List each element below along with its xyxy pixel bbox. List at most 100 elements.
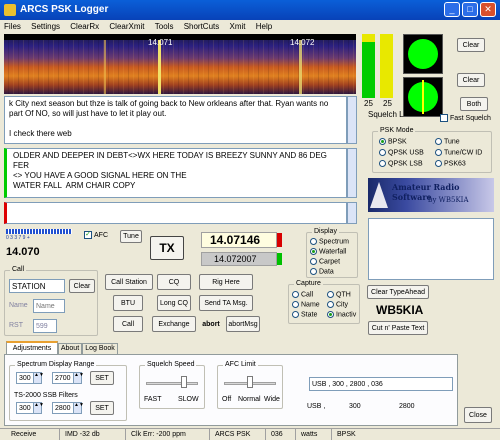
spectrum-low-spinner[interactable]: 300 ▲▼ [16, 372, 44, 384]
afc-check-box[interactable]: ✓ [84, 231, 92, 239]
radio-dot[interactable] [379, 160, 386, 167]
psk-tune-cwid-radio[interactable]: Tune/CW ID [435, 149, 482, 156]
spinner-arrows-icon[interactable]: ▲▼ [33, 373, 44, 383]
psk-bpsk-radio[interactable]: BPSK [379, 138, 407, 145]
display-spectrum-radio[interactable]: Spectrum [310, 238, 349, 245]
abort-msg-button[interactable]: abortMsg [226, 316, 260, 332]
close-button[interactable]: Close [464, 407, 492, 423]
tx-input-window[interactable] [4, 202, 347, 224]
spinner-arrows-icon[interactable]: ▲▼ [73, 373, 84, 383]
tune-button[interactable]: Tune [120, 230, 142, 243]
radio-dot[interactable] [327, 291, 334, 298]
afc-off-label: Off [222, 396, 232, 403]
capture-state-radio[interactable]: State [292, 311, 317, 318]
clear-rx2-button[interactable]: Clear [457, 73, 485, 87]
radio-dot[interactable] [435, 160, 442, 167]
afc-checkbox[interactable]: ✓ AFC [84, 231, 108, 239]
name-field[interactable] [33, 299, 65, 313]
menu-clearxmit[interactable]: ClearXmit [109, 22, 144, 31]
squelch-speed-thumb[interactable] [180, 376, 187, 388]
tab-about[interactable]: About [58, 343, 82, 354]
capture-call-radio[interactable]: Call [292, 291, 313, 298]
spinner-arrows-icon[interactable]: ▲▼ [73, 403, 84, 413]
rst-label: RST [9, 322, 23, 329]
typeahead-buffer[interactable] [368, 218, 494, 280]
fast-squelch-box[interactable] [440, 114, 448, 122]
menu-files[interactable]: Files [4, 22, 21, 31]
waterfall-display[interactable]: 14.071 14.072 [4, 34, 356, 94]
radio-dot[interactable] [435, 149, 442, 156]
spectrum-set-button[interactable]: SET [90, 371, 114, 385]
radio-dot[interactable] [327, 301, 334, 308]
fast-squelch-checkbox[interactable]: Fast Squelch [440, 114, 491, 122]
minimize-icon[interactable]: _ [444, 2, 460, 17]
tab-adjustments[interactable]: Adjustments [6, 341, 58, 354]
maximize-icon[interactable]: □ [462, 2, 478, 17]
spectrum-high-spinner[interactable]: 2700 ▲▼ [52, 372, 84, 384]
usb-high-label: 2800 [399, 403, 415, 410]
call-station-button[interactable]: Call Station [105, 274, 153, 290]
display-carpet-radio[interactable]: Carpet [310, 258, 340, 265]
clear-rx1-button[interactable]: Clear [457, 38, 485, 52]
cq-button[interactable]: CQ [157, 274, 191, 290]
ts2000-title: TS-2000 SSB Filters [14, 392, 78, 399]
ts2000-set-button[interactable]: SET [90, 401, 114, 415]
radio-dot[interactable] [292, 301, 299, 308]
psk-psk63-radio[interactable]: PSK63 [435, 160, 466, 167]
display-waterfall-radio[interactable]: Waterfall [310, 248, 346, 255]
capture-inactiv-radio[interactable]: Inactiv [327, 311, 356, 318]
rx-text-window-2[interactable]: OLDER AND DEEPER IN DEBT<>WX HERE TODAY … [4, 148, 347, 198]
capture-name-radio[interactable]: Name [292, 301, 320, 308]
clear-both-button[interactable]: Both [460, 97, 488, 111]
exchange-button[interactable]: Exchange [152, 316, 196, 332]
menu-help[interactable]: Help [256, 22, 272, 31]
capture-qth-radio[interactable]: QTH [327, 291, 351, 298]
ts2000-high-spinner[interactable]: 2800 ▲▼ [52, 402, 84, 414]
rx-text-window-1[interactable]: k City next season but thze is talk of g… [4, 96, 347, 144]
radio-dot[interactable] [292, 311, 299, 318]
call-button[interactable]: Call [113, 316, 143, 332]
afc-limit-thumb[interactable] [247, 376, 253, 388]
radio-dot[interactable] [327, 311, 334, 318]
psk-qpsk-lsb-radio[interactable]: QPSK LSB [379, 160, 423, 167]
btu-button[interactable]: BTU [113, 295, 143, 311]
tx-button[interactable]: TX [150, 236, 184, 260]
psk-qpsk-usb-radio[interactable]: QPSK USB [379, 149, 424, 156]
radio-dot[interactable] [310, 268, 317, 275]
clear-typeahead-button[interactable]: Clear TypeAhead [367, 285, 429, 299]
abort-button[interactable]: abort [199, 316, 223, 332]
rx2-scrollbar[interactable] [347, 148, 357, 198]
menu-tools[interactable]: Tools [155, 22, 174, 31]
send-ta-button[interactable]: Send TA Msg. [199, 295, 253, 311]
long-cq-button[interactable]: Long CQ [157, 295, 191, 311]
call-clear-button[interactable]: Clear [69, 279, 95, 293]
radio-dot[interactable] [435, 138, 442, 145]
radio-dot[interactable] [292, 291, 299, 298]
close-window-icon[interactable]: ✕ [480, 2, 496, 17]
psk-tune-radio[interactable]: Tune [435, 138, 460, 145]
radio-dot[interactable] [310, 238, 317, 245]
cut-paste-button[interactable]: Cut n' Paste Text [368, 321, 428, 335]
menu-clearrx[interactable]: ClearRx [70, 22, 99, 31]
rx1-scrollbar[interactable] [347, 96, 357, 144]
call-field[interactable]: STATION [9, 279, 65, 293]
spinner-arrows-icon[interactable]: ▲▼ [33, 403, 44, 413]
squelch-speed-track[interactable] [146, 382, 198, 385]
squelch-meter-right [380, 34, 393, 98]
display-data-radio[interactable]: Data [310, 268, 334, 275]
menu-shortcuts[interactable]: ShortCuts [184, 22, 220, 31]
tx-scrollbar[interactable] [347, 202, 357, 224]
tab-logbook[interactable]: Log Book [82, 343, 118, 354]
ts2000-low-spinner[interactable]: 300 ▲▼ [16, 402, 44, 414]
radio-dot[interactable] [310, 258, 317, 265]
radio-dot[interactable] [379, 138, 386, 145]
radio-dot[interactable] [379, 149, 386, 156]
menu-xmit[interactable]: Xmit [230, 22, 246, 31]
menu-settings[interactable]: Settings [31, 22, 60, 31]
psk-mode-title: PSK Mode [378, 127, 416, 134]
rst-field[interactable]: 599 [33, 319, 57, 333]
capture-city-radio[interactable]: City [327, 301, 348, 308]
usb-info-field[interactable]: USB , 300 , 2800 , 036 [309, 377, 453, 391]
rig-here-button[interactable]: Rig Here [199, 274, 253, 290]
radio-dot[interactable] [310, 248, 317, 255]
